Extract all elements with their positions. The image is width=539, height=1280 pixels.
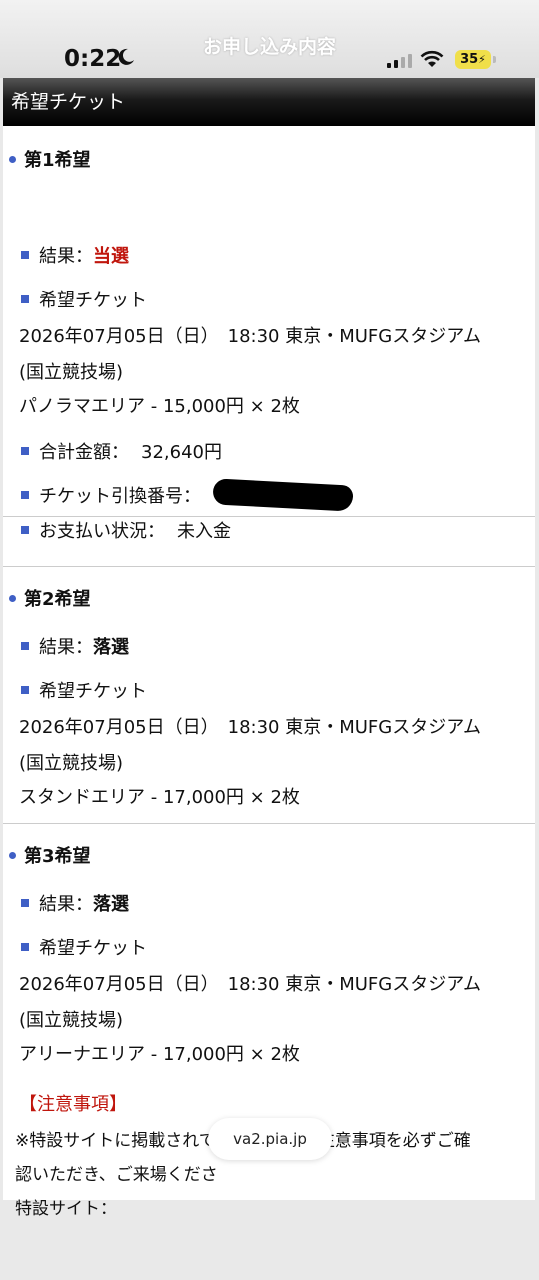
special-site-label: 特設サイト：	[15, 1199, 117, 1219]
choice-section-3: 第3希望 結果： 落選 希望チケット 2026年07月05日（日） 18:30 …	[3, 824, 535, 1080]
square-bullet-icon	[21, 642, 29, 650]
exchange-number-label: チケット引換番号：	[39, 486, 201, 507]
seat-info: スタンドエリア - 17,000円 × 2枚	[19, 787, 300, 808]
event-line2: (国立競技場)	[19, 1010, 124, 1031]
square-bullet-icon	[21, 491, 29, 499]
payment-row-wrap: お支払い状況： 未入金	[3, 517, 535, 566]
wifi-icon	[420, 50, 444, 67]
total-value: 32,640円	[141, 442, 222, 463]
ticket-label: 希望チケット	[39, 938, 147, 959]
total-label: 合計金額：	[39, 442, 129, 463]
status-bar: お申し込み内容 0:22 35 ⚡	[0, 0, 539, 78]
square-bullet-icon	[21, 251, 29, 259]
event-line2: (国立競技場)	[19, 753, 124, 774]
total-row: 合計金額： 32,640円	[3, 438, 222, 464]
result-value: 当選	[93, 246, 129, 267]
square-bullet-icon	[21, 943, 29, 951]
ticket-row: 希望チケット	[3, 677, 147, 703]
square-bullet-icon	[21, 447, 29, 455]
moon-icon	[118, 48, 134, 65]
result-label: 結果：	[39, 894, 93, 915]
payment-row: お支払い状況： 未入金	[3, 517, 231, 543]
section-header: 希望チケット	[3, 78, 535, 126]
seat-info: パノラマエリア - 15,000円 × 2枚	[19, 396, 300, 417]
url-bar[interactable]: va2.pia.jp	[208, 1118, 332, 1160]
ticket-row: 希望チケット	[3, 934, 147, 960]
choice-section-1: 第1希望 結果： 当選 希望チケット 2026年07月05日（日） 18:30 …	[3, 126, 535, 517]
ticket-row: 希望チケット	[3, 286, 147, 312]
ticket-label: 希望チケット	[39, 290, 147, 311]
exchange-number-row: チケット引換番号：	[3, 478, 354, 512]
choice-title: 第3希望	[3, 842, 91, 868]
payment-value: 未入金	[177, 521, 231, 542]
notice-title: 【注意事項】	[19, 1094, 127, 1115]
event-line1: 2026年07月05日（日） 18:30 東京・MUFGスタジアム	[19, 326, 481, 347]
square-bullet-icon	[21, 899, 29, 907]
result-label: 結果：	[39, 637, 93, 658]
bullet-icon	[9, 851, 16, 859]
status-time: 0:22	[64, 46, 122, 72]
event-line1: 2026年07月05日（日） 18:30 東京・MUFGスタジアム	[19, 974, 481, 995]
event-line1: 2026年07月05日（日） 18:30 東京・MUFGスタジアム	[19, 717, 481, 738]
choice-title: 第1希望	[3, 146, 91, 172]
redacted-exchange-number	[212, 478, 354, 512]
result-label: 結果：	[39, 246, 93, 267]
result-value: 落選	[93, 894, 129, 915]
bullet-icon	[9, 594, 16, 602]
payment-label: お支払い状況：	[39, 521, 165, 542]
battery-level: 35	[460, 52, 479, 67]
event-line2: (国立競技場)	[19, 362, 124, 383]
notice-line2: 認いただき、ご来場くださ	[15, 1165, 218, 1185]
bullet-icon	[9, 155, 16, 163]
result-row: 結果： 落選	[3, 890, 129, 916]
result-row: 結果： 当選	[3, 242, 129, 268]
result-value: 落選	[93, 637, 129, 658]
square-bullet-icon	[21, 526, 29, 534]
cellular-signal-icon	[387, 54, 412, 68]
ticket-label: 希望チケット	[39, 681, 147, 702]
square-bullet-icon	[21, 686, 29, 694]
choice-title-text: 第1希望	[24, 150, 91, 171]
seat-info: アリーナエリア - 17,000円 × 2枚	[19, 1044, 300, 1065]
notice-section: 【注意事項】 ※特設サイトに掲載されているご案内と注意事項を必ずご確 認いただき…	[3, 1080, 535, 1280]
choice-title-text: 第3希望	[24, 846, 91, 867]
battery-icon: 35 ⚡	[455, 50, 491, 69]
choice-title-text: 第2希望	[24, 589, 91, 610]
page-content: 希望チケット 第1希望 結果： 当選 希望チケット 2026年07月05日（日）…	[3, 78, 535, 1219]
choice-section-2: 第2希望 結果： 落選 希望チケット 2026年07月05日（日） 18:30 …	[3, 566, 535, 824]
result-row: 結果： 落選	[3, 633, 129, 659]
battery-tip	[493, 56, 496, 63]
square-bullet-icon	[21, 295, 29, 303]
choice-title: 第2希望	[3, 585, 91, 611]
